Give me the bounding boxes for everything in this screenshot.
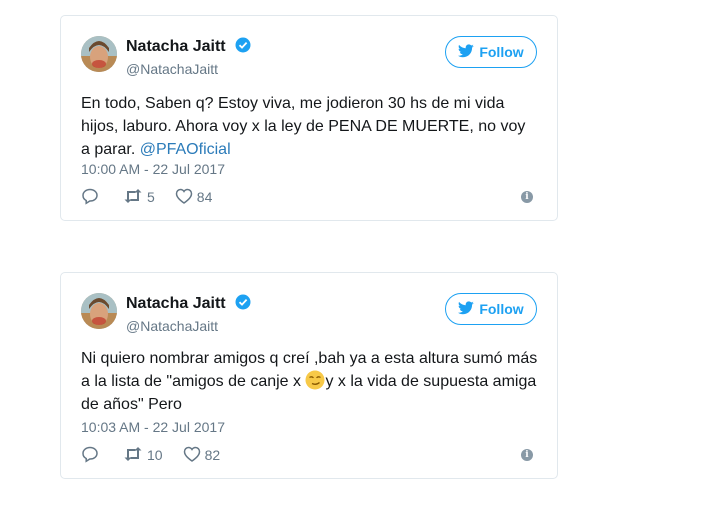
- like-count: 84: [196, 189, 213, 205]
- smirk-emoji-icon: [305, 370, 325, 390]
- user-handle[interactable]: @NatachaJaitt: [126, 61, 218, 77]
- tweet-timestamp[interactable]: 10:00 AM - 22 Jul 2017: [81, 161, 225, 177]
- tweet-text-line: a parar.: [81, 141, 140, 158]
- heart-icon: [175, 188, 197, 207]
- tweet-actions: 10 82: [81, 445, 240, 465]
- tweet-actions: 5 84: [81, 187, 232, 207]
- mention-link[interactable]: @PFAOficial: [140, 141, 231, 158]
- user-handle[interactable]: @NatachaJaitt: [126, 318, 218, 334]
- verified-badge-icon: [235, 37, 251, 58]
- tweet-card: Natacha Jaitt @NatachaJaitt Follow En to…: [60, 15, 558, 221]
- twitter-bird-icon: [458, 300, 475, 318]
- tweet-text-line: y x la vida de supuesta amiga: [325, 373, 537, 390]
- tweet-card: Natacha Jaitt @NatachaJaitt Follow Ni qu…: [60, 272, 558, 479]
- retweet-icon: [123, 188, 147, 207]
- tweet-text-line: de años" Pero: [81, 396, 182, 413]
- follow-label: Follow: [479, 301, 524, 317]
- avatar[interactable]: [81, 293, 117, 329]
- like-button[interactable]: 82: [183, 446, 221, 465]
- avatar[interactable]: [81, 36, 117, 72]
- display-name[interactable]: Natacha Jaitt: [126, 294, 251, 315]
- retweet-button[interactable]: 5: [123, 188, 155, 207]
- follow-button[interactable]: Follow: [445, 293, 537, 325]
- retweet-icon: [123, 446, 147, 465]
- reply-button[interactable]: [81, 445, 103, 466]
- info-icon[interactable]: i: [521, 449, 533, 461]
- tweet-text: Ni quiero nombrar amigos q creí ,bah ya …: [81, 347, 549, 416]
- like-button[interactable]: 84: [175, 188, 213, 207]
- reply-button[interactable]: [81, 187, 103, 208]
- like-count: 82: [204, 447, 221, 463]
- info-icon[interactable]: i: [521, 191, 533, 203]
- twitter-bird-icon: [458, 43, 475, 61]
- tweet-text-line: En todo, Saben q? Estoy viva, me jodiero…: [81, 95, 505, 112]
- tweet-timestamp[interactable]: 10:03 AM - 22 Jul 2017: [81, 419, 225, 435]
- display-name[interactable]: Natacha Jaitt: [126, 37, 251, 58]
- reply-icon: [81, 445, 103, 466]
- follow-button[interactable]: Follow: [445, 36, 537, 68]
- verified-badge-icon: [235, 294, 251, 315]
- tweet-text-line: hijos, laburo. Ahora voy x la ley de PEN…: [81, 118, 526, 135]
- retweet-button[interactable]: 10: [123, 446, 163, 465]
- tweet-text-line: a la lista de "amigos de canje x: [81, 373, 306, 390]
- tweet-text: En todo, Saben q? Estoy viva, me jodiero…: [81, 92, 549, 161]
- tweet-text-line: Ni quiero nombrar amigos q creí ,bah ya …: [81, 350, 538, 367]
- heart-icon: [183, 446, 205, 465]
- retweet-count: 10: [147, 447, 163, 463]
- follow-label: Follow: [479, 44, 524, 60]
- reply-icon: [81, 187, 103, 208]
- retweet-count: 5: [147, 189, 155, 205]
